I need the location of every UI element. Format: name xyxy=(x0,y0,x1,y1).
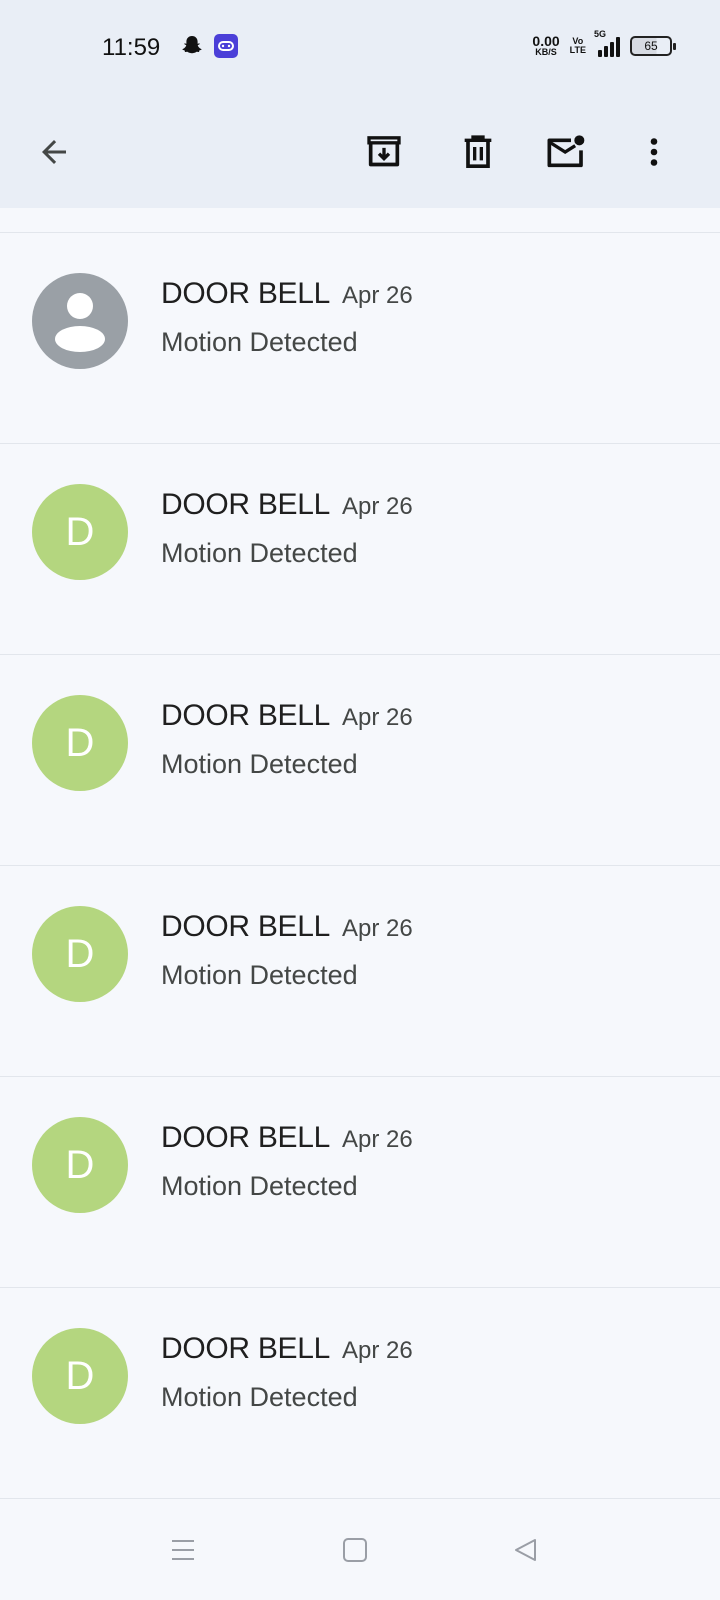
avatar: D xyxy=(32,1117,128,1213)
system-nav-bar xyxy=(0,1500,720,1600)
status-system-icons: 0.00 KB/S Vo LTE 5G 65 xyxy=(532,29,676,57)
network-speed-unit: KB/S xyxy=(535,47,557,57)
list-item[interactable]: D DOOR BELL Apr 26 Motion Detected xyxy=(0,1288,720,1499)
sender-name: DOOR BELL xyxy=(161,277,331,310)
sender-line: DOOR BELL Apr 26 xyxy=(161,488,413,522)
volte-bottom: LTE xyxy=(569,44,586,55)
sender-name: DOOR BELL xyxy=(161,910,331,943)
list-item[interactable]: D DOOR BELL Apr 26 Motion Detected xyxy=(0,1077,720,1288)
recents-button[interactable] xyxy=(161,1528,205,1572)
avatar xyxy=(32,273,128,369)
list-item[interactable]: DOOR BELL Apr 26 Motion Detected xyxy=(0,233,720,444)
avatar: D xyxy=(32,484,128,580)
status-bar: 11:59 0.00 KB/S Vo LTE 5G 65 xyxy=(0,0,720,96)
game-space-icon xyxy=(214,34,238,58)
menu-icon xyxy=(172,1540,194,1560)
sender-line: DOOR BELL Apr 26 xyxy=(161,699,413,733)
delete-button[interactable] xyxy=(446,120,510,184)
sender-line: DOOR BELL Apr 26 xyxy=(161,910,413,944)
archive-button[interactable] xyxy=(352,120,416,184)
signal-strength-icon: 5G xyxy=(594,29,620,57)
back-button[interactable] xyxy=(22,120,86,184)
app-bar xyxy=(0,96,720,208)
delete-icon xyxy=(464,135,492,168)
message-date: Apr 26 xyxy=(342,493,413,520)
message-list: DOOR BELL Apr 26 Motion Detected D DOOR … xyxy=(0,208,720,1500)
network-speed: 0.00 KB/S xyxy=(532,34,559,57)
battery-level: 65 xyxy=(644,38,658,53)
network-speed-value: 0.00 xyxy=(532,33,560,49)
volte-indicator: Vo LTE xyxy=(569,36,586,55)
message-date: Apr 26 xyxy=(342,1337,413,1364)
avatar: D xyxy=(32,1328,128,1424)
battery-icon: 65 xyxy=(630,35,676,56)
back-arrow-icon xyxy=(42,140,66,164)
more-options-button[interactable] xyxy=(622,120,686,184)
snapchat-icon xyxy=(182,36,202,54)
sender-line: DOOR BELL Apr 26 xyxy=(161,1121,413,1155)
avatar: D xyxy=(32,906,128,1002)
avatar: D xyxy=(32,695,128,791)
list-item[interactable]: D DOOR BELL Apr 26 Motion Detected xyxy=(0,655,720,866)
list-item[interactable]: D DOOR BELL Apr 26 Motion Detected xyxy=(0,866,720,1077)
sender-line: DOOR BELL Apr 26 xyxy=(161,277,413,311)
sender-name: DOOR BELL xyxy=(161,1332,331,1365)
message-date: Apr 26 xyxy=(342,704,413,731)
message-date: Apr 26 xyxy=(342,1126,413,1153)
more-vert-icon xyxy=(650,138,658,166)
list-item[interactable]: D DOOR BELL Apr 26 Motion Detected xyxy=(0,444,720,655)
network-type: 5G xyxy=(594,28,607,39)
message-subject: Motion Detected xyxy=(161,538,358,568)
sender-name: DOOR BELL xyxy=(161,699,331,732)
mark-unread-button[interactable] xyxy=(534,120,598,184)
home-button[interactable] xyxy=(333,1528,377,1572)
sender-name: DOOR BELL xyxy=(161,1121,331,1154)
sender-line: DOOR BELL Apr 26 xyxy=(161,1332,413,1366)
message-date: Apr 26 xyxy=(342,282,413,309)
message-subject: Motion Detected xyxy=(161,1171,358,1201)
message-date: Apr 26 xyxy=(342,915,413,942)
back-nav-button[interactable] xyxy=(504,1528,548,1572)
sender-name: DOOR BELL xyxy=(161,488,331,521)
person-icon xyxy=(55,293,105,352)
home-square-icon xyxy=(343,1538,367,1562)
message-subject: Motion Detected xyxy=(161,960,358,990)
message-subject: Motion Detected xyxy=(161,327,358,357)
back-triangle-icon xyxy=(515,1539,536,1561)
status-notification-icons xyxy=(180,34,238,58)
message-subject: Motion Detected xyxy=(161,749,358,779)
status-time: 11:59 xyxy=(102,34,161,61)
archive-icon xyxy=(367,136,401,167)
mark-unread-icon xyxy=(547,135,585,168)
message-subject: Motion Detected xyxy=(161,1382,358,1412)
